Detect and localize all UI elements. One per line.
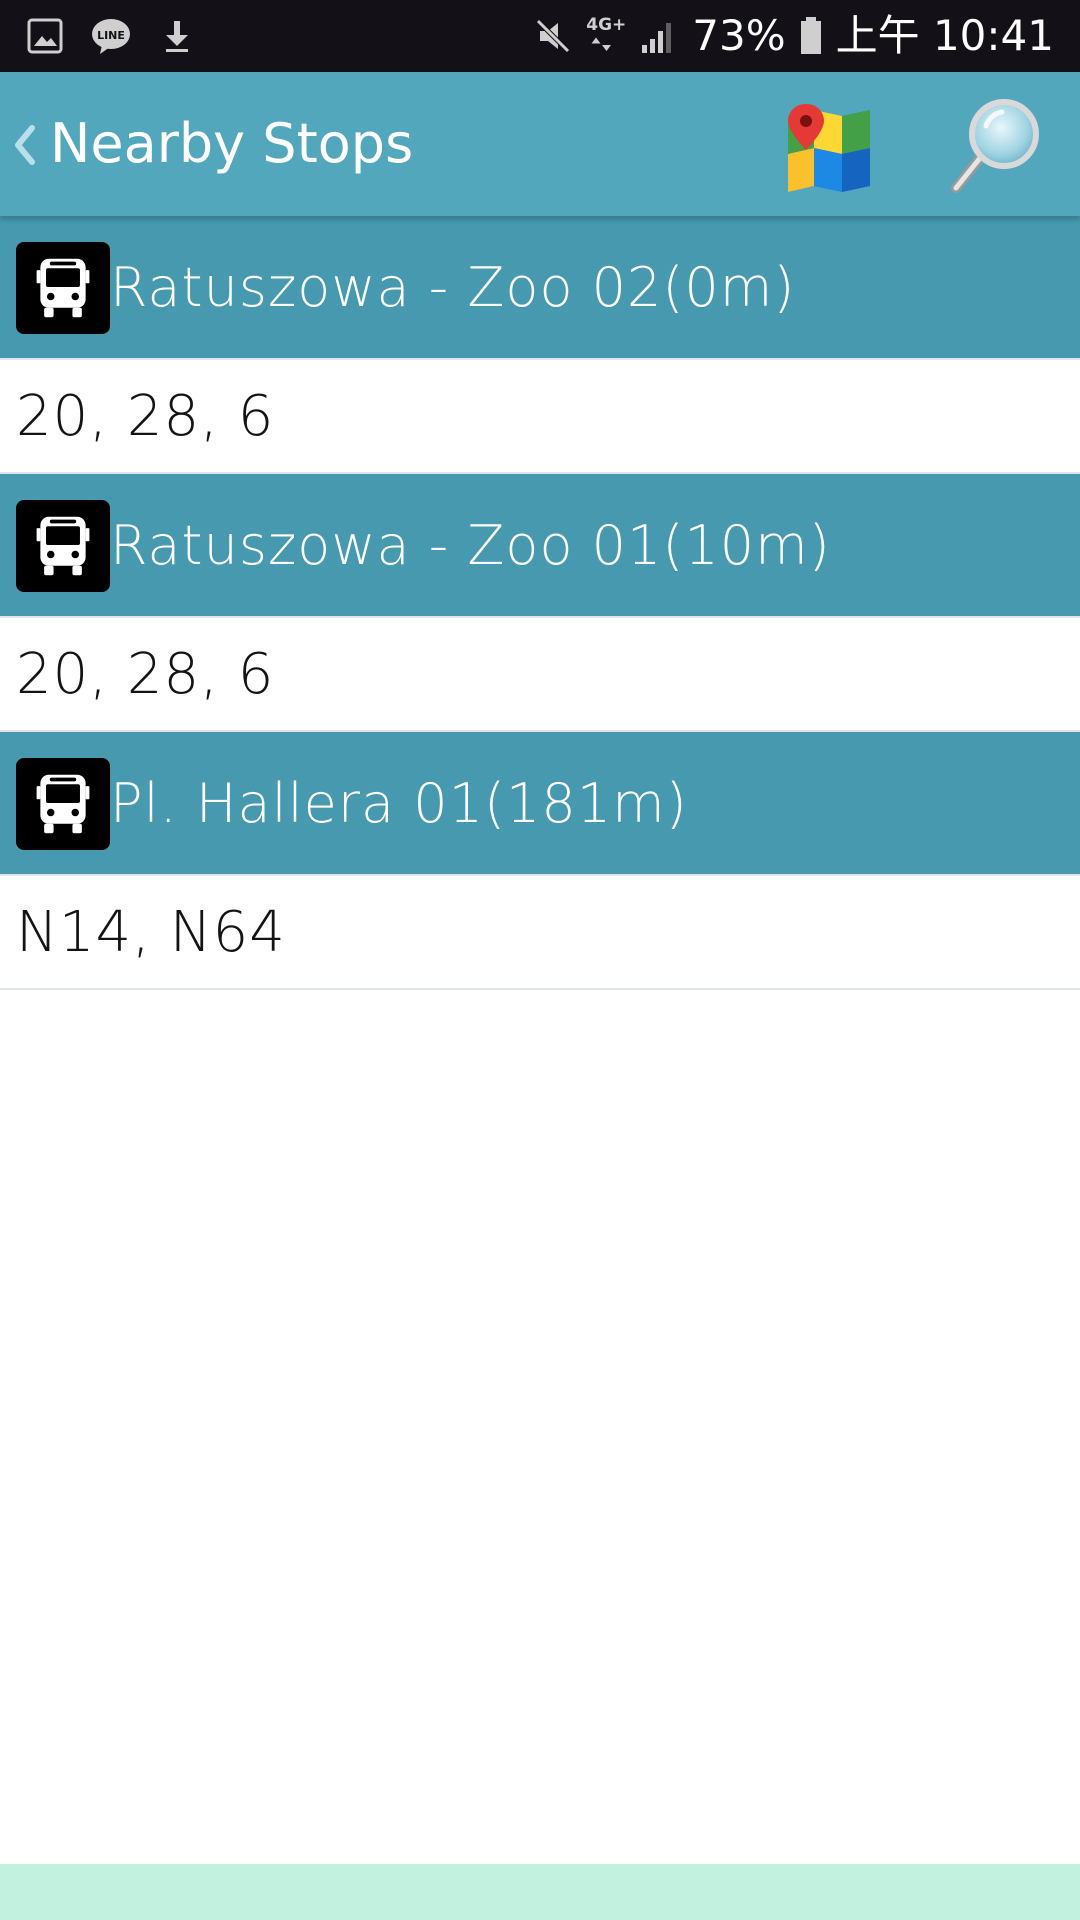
stop-name: Ratuszowa - Zoo 01(10m) <box>110 514 831 577</box>
network-indicator: 4G+ <box>586 16 626 56</box>
clock: 上午 10:41 <box>835 11 1054 60</box>
back-chevron-icon[interactable] <box>10 122 38 168</box>
bus-icon <box>16 500 110 592</box>
line-app-icon: LINE <box>92 19 130 54</box>
nearby-stops-list: Ratuszowa - Zoo 02(0m) 20, 28, 6 Ratuszo… <box>0 216 1080 990</box>
stop-lines: 20, 28, 6 <box>16 384 275 449</box>
mute-icon <box>536 19 571 53</box>
battery-icon <box>800 17 821 54</box>
signal-icon <box>642 23 672 53</box>
bus-icon <box>16 242 110 334</box>
data-arrows-icon <box>591 37 612 51</box>
stop-name: Pl. Hallera 01(181m) <box>110 772 688 835</box>
gallery-icon <box>27 18 63 54</box>
stop-lines-row[interactable]: 20, 28, 6 <box>0 618 1080 732</box>
stop-item[interactable]: Ratuszowa - Zoo 01(10m) <box>0 474 1080 618</box>
stop-name: Ratuszowa - Zoo 02(0m) <box>110 256 796 319</box>
page-title[interactable]: Nearby Stops <box>50 72 413 216</box>
stop-lines-row[interactable]: N14, N64 <box>0 876 1080 990</box>
search-icon[interactable] <box>950 98 1042 194</box>
stop-item[interactable]: Pl. Hallera 01(181m) <box>0 732 1080 876</box>
network-type: 4G+ <box>586 15 627 35</box>
app-bar: Nearby Stops <box>0 72 1080 216</box>
status-bar: LINE 4G+ 73% 上午 10:41 <box>0 0 1080 72</box>
bottom-banner <box>0 1864 1080 1920</box>
download-icon <box>166 21 188 52</box>
stop-lines-row[interactable]: 20, 28, 6 <box>0 360 1080 474</box>
system-status: 4G+ 73% 上午 10:41 <box>534 0 1054 72</box>
stop-lines: 20, 28, 6 <box>16 642 275 707</box>
svg-text:LINE: LINE <box>97 29 125 42</box>
battery-percent: 73% <box>692 11 786 60</box>
stop-lines: N14, N64 <box>16 900 286 965</box>
bus-icon <box>16 758 110 850</box>
map-icon[interactable] <box>784 102 874 192</box>
stop-item[interactable]: Ratuszowa - Zoo 02(0m) <box>0 216 1080 360</box>
notification-icons: LINE <box>26 17 196 55</box>
